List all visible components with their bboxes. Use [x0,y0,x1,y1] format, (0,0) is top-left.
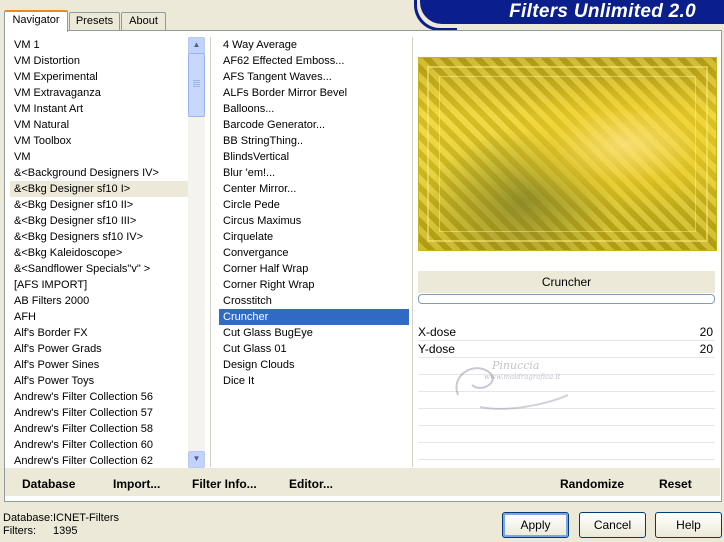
preview-image [418,57,717,251]
param-empty-row [418,426,715,443]
cancel-button[interactable]: Cancel [579,512,646,538]
filter-item[interactable]: Cut Glass BugEye [219,325,409,341]
filter-item[interactable]: Design Clouds [219,357,409,373]
category-item[interactable]: [AFS IMPORT] [10,277,188,293]
category-item[interactable]: AFH [10,309,188,325]
reset-button[interactable]: Reset [659,477,692,491]
category-item[interactable]: Alf's Power Grads [10,341,188,357]
tab-navigator[interactable]: Navigator [4,10,68,32]
filter-list[interactable]: 4 Way Average AF62 Effected Emboss... AFS … [219,37,409,467]
filter-item[interactable]: BlindsVertical [219,149,409,165]
progress-bar [418,294,715,304]
category-item[interactable]: Andrew's Filter Collection 58 [10,421,188,437]
category-item[interactable]: AB Filters 2000 [10,293,188,309]
filter-item[interactable]: ALFs Border Mirror Bevel [219,85,409,101]
category-item[interactable]: Andrew's Filter Collection 60 [10,437,188,453]
status-info: Database:ICNET-Filters Filters: 1395 [3,512,119,538]
filter-item[interactable]: Blur 'em!... [219,165,409,181]
filter-item[interactable]: Barcode Generator... [219,117,409,133]
category-item[interactable]: &<Bkg Kaleidoscope> [10,245,188,261]
apply-button[interactable]: Apply [502,512,569,538]
param-label: Y-dose [418,342,455,356]
filter-item[interactable]: Circle Pede [219,197,409,213]
category-scrollbar[interactable]: ▲ ▼ [188,37,205,468]
filter-item[interactable]: Center Mirror... [219,181,409,197]
filter-item[interactable]: Corner Right Wrap [219,277,409,293]
watermark-url: www.maidragrafica.it [484,373,561,381]
category-item[interactable]: Alf's Power Toys [10,373,188,389]
filter-info-button[interactable]: Filter Info... [192,477,257,491]
filter-item[interactable]: Corner Half Wrap [219,261,409,277]
category-item[interactable]: VM Instant Art [10,101,188,117]
filter-item[interactable]: Circus Maximus [219,213,409,229]
database-label: Database: [3,512,54,524]
title-banner: Filters Unlimited 2.0 [414,0,724,31]
app-title: Filters Unlimited 2.0 [509,1,696,22]
list-divider [210,37,211,467]
database-button[interactable]: Database [22,477,75,491]
param-label: X-dose [418,325,457,339]
preview-inner-frame [439,76,696,232]
category-item[interactable]: VM [10,149,188,165]
category-list[interactable]: VM 1 VM Distortion VM Experimental VM Extra… [10,37,188,469]
category-item[interactable]: Andrew's Filter Collection 62 [10,453,188,469]
filter-item[interactable]: Cruncher [219,309,409,325]
selected-filter-name: Cruncher [418,271,715,293]
filter-item[interactable]: Crosstitch [219,293,409,309]
category-item[interactable]: VM Distortion [10,53,188,69]
category-item[interactable]: &<Bkg Designer sf10 I> [10,181,188,197]
preview-divider [412,37,413,467]
param-empty-row [418,443,715,460]
category-item[interactable]: Alf's Border FX [10,325,188,341]
filter-item[interactable]: Cut Glass 01 [219,341,409,357]
category-item[interactable]: &<Background Designers IV> [10,165,188,181]
filter-item[interactable]: 4 Way Average [219,37,409,53]
randomize-button[interactable]: Randomize [560,477,624,491]
category-item[interactable]: VM 1 [10,37,188,53]
filter-item[interactable]: Dice It [219,373,409,389]
filter-item[interactable]: BB StringThing.. [219,133,409,149]
watermark: Pinuccia www.maidragrafica.it [450,355,600,415]
filter-item[interactable]: Convergance [219,245,409,261]
filter-item[interactable]: Cirquelate [219,229,409,245]
filter-item[interactable]: Balloons... [219,101,409,117]
category-item[interactable]: &<Bkg Designers sf10 IV> [10,229,188,245]
scroll-down-button[interactable]: ▼ [188,451,205,468]
filters-label: Filters: [3,525,36,537]
database-value: ICNET-Filters [53,512,119,524]
watermark-name: Pinuccia [492,359,540,372]
category-item[interactable]: VM Toolbox [10,133,188,149]
category-item[interactable]: VM Extravaganza [10,85,188,101]
category-item[interactable]: &<Bkg Designer sf10 II> [10,197,188,213]
tab-presets[interactable]: Presets [69,12,120,30]
category-item[interactable]: Andrew's Filter Collection 56 [10,389,188,405]
param-value[interactable]: 20 [700,341,713,357]
category-item[interactable]: &<Sandflower Specials"v" > [10,261,188,277]
category-item[interactable]: Alf's Power Sines [10,357,188,373]
filter-item[interactable]: AF62 Effected Emboss... [219,53,409,69]
import-button[interactable]: Import... [113,477,160,491]
category-item[interactable]: VM Experimental [10,69,188,85]
param-value[interactable]: 20 [700,324,713,340]
tab-about[interactable]: About [121,12,166,30]
help-button[interactable]: Help [655,512,722,538]
scroll-up-button[interactable]: ▲ [188,37,205,54]
filters-count: 1395 [53,525,78,537]
filter-item[interactable]: AFS Tangent Waves... [219,69,409,85]
category-item[interactable]: &<Bkg Designer sf10 III> [10,213,188,229]
scroll-thumb[interactable] [188,53,205,117]
scroll-grip-icon [193,80,200,88]
editor-button[interactable]: Editor... [289,477,333,491]
category-item[interactable]: VM Natural [10,117,188,133]
category-item[interactable]: Andrew's Filter Collection 57 [10,405,188,421]
param-x-dose[interactable]: X-dose 20 [418,324,715,341]
